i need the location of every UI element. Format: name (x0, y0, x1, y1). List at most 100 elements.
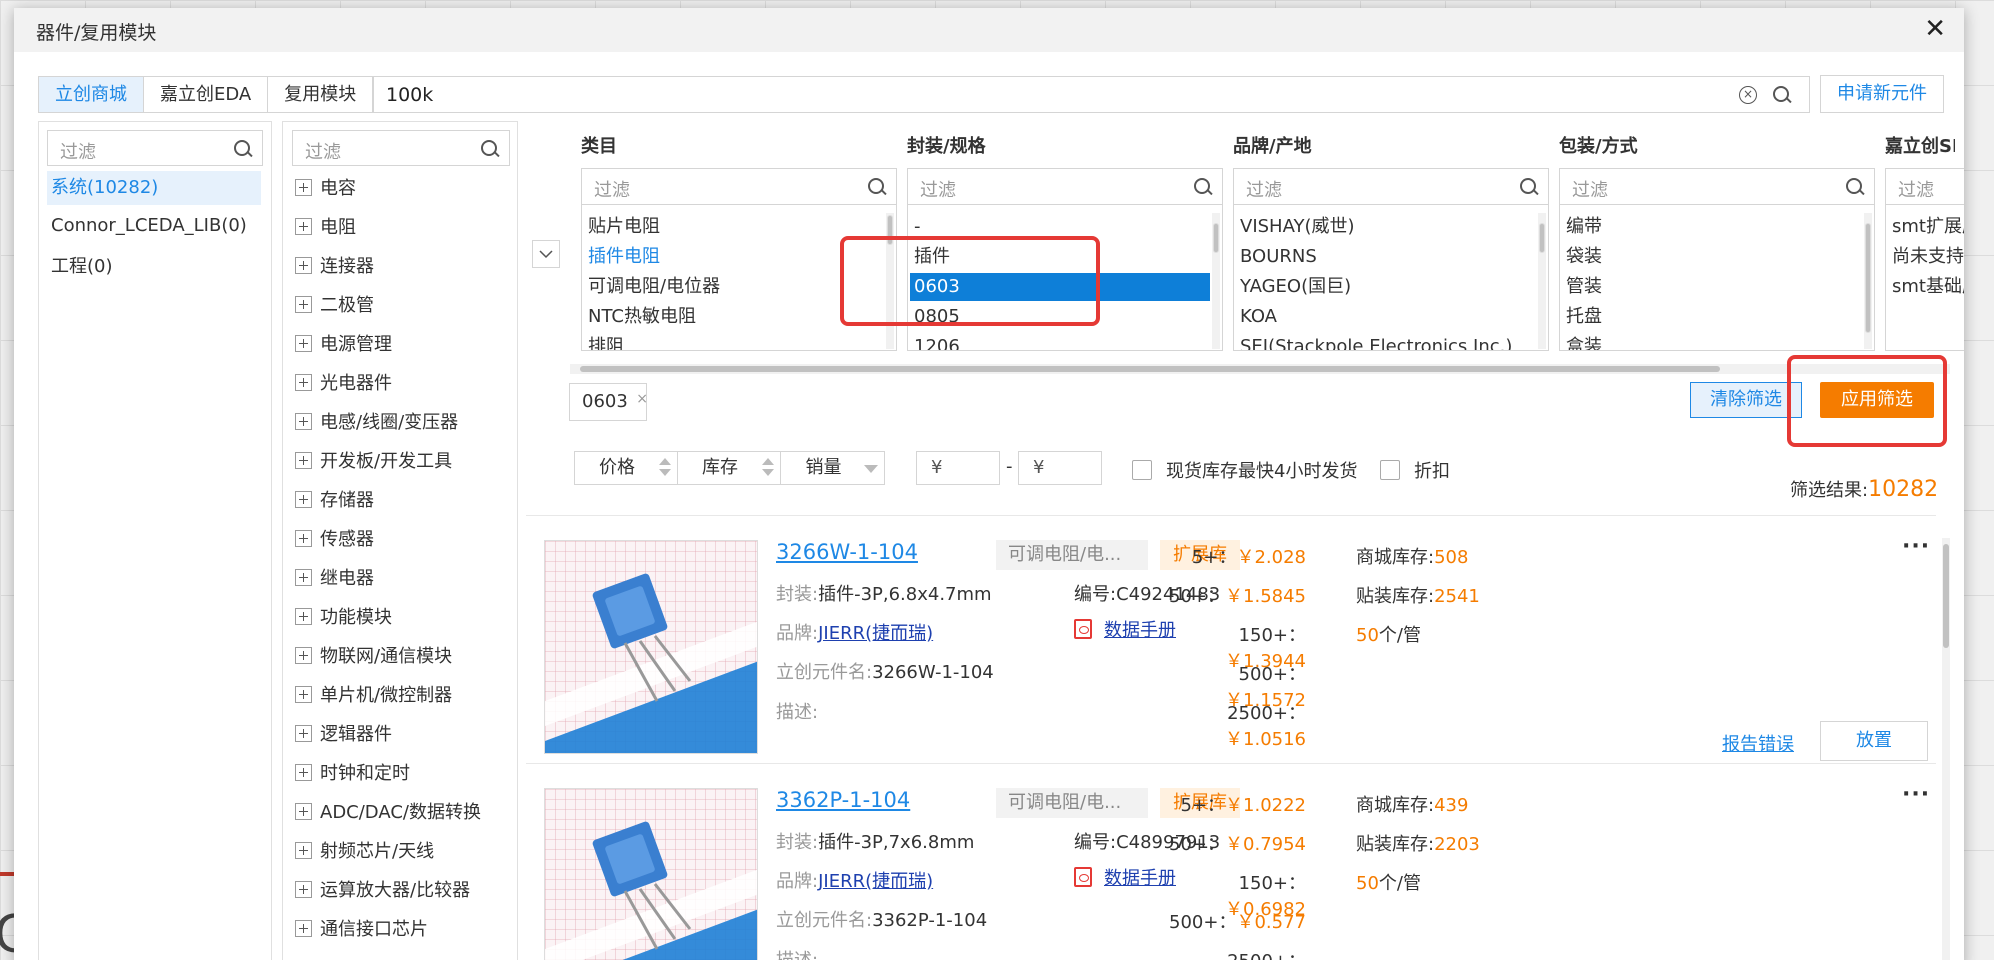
expand-plus-icon[interactable] (295, 725, 312, 742)
category-item[interactable]: 功能模块 (295, 603, 392, 633)
column-filter-input[interactable]: 过滤 (908, 169, 1222, 205)
brand-link[interactable]: JIERR(捷而瑞) (818, 871, 933, 892)
column-filter-input[interactable]: 过滤 (1234, 169, 1548, 205)
filter-column-scrollbar[interactable] (1538, 213, 1546, 349)
tab-lcsc[interactable]: 立创商城 (39, 77, 144, 112)
more-options-icon[interactable]: ··· (1902, 782, 1930, 807)
apply-new-part-button[interactable]: 申请新元件 (1820, 75, 1944, 113)
horizontal-scrollbar[interactable] (570, 364, 1950, 374)
expand-plus-icon[interactable] (295, 374, 312, 391)
column-filter-input[interactable]: 过滤 (1886, 169, 1964, 205)
close-icon[interactable]: ✕ (1924, 14, 1946, 44)
search-input[interactable]: 100k × (370, 76, 1810, 113)
filter-option[interactable]: BOURNS (1240, 243, 1317, 271)
category-item[interactable]: 电阻 (295, 213, 356, 243)
category-item[interactable]: 连接器 (295, 252, 374, 282)
product-list-scrollbar[interactable] (1942, 538, 1950, 960)
category-item[interactable]: 时钟和定时 (295, 759, 410, 789)
column-filter-input[interactable]: 过滤 (1560, 169, 1874, 205)
category-item[interactable]: 存储器 (295, 486, 374, 516)
expand-plus-icon[interactable] (295, 764, 312, 781)
library-item-system[interactable]: 系统(10282) (47, 171, 261, 205)
discount-checkbox[interactable] (1380, 460, 1400, 480)
filter-option[interactable]: 尚未支持 (1892, 243, 1964, 271)
place-button[interactable]: 放置 (1820, 721, 1928, 761)
filter-option[interactable]: 贴片电阻 (588, 213, 660, 241)
expand-plus-icon[interactable] (295, 569, 312, 586)
search-icon[interactable] (1773, 86, 1791, 104)
product-list-scrollbar-thumb[interactable] (1943, 544, 1949, 648)
filter-option[interactable]: VISHAY(威世) (1240, 213, 1355, 241)
product-name-link[interactable]: 3362P-1-104 (776, 788, 910, 812)
expand-plus-icon[interactable] (295, 686, 312, 703)
filter-option[interactable]: 托盘 (1566, 303, 1602, 331)
more-options-icon[interactable]: ··· (1902, 534, 1930, 559)
clear-search-icon[interactable]: × (1739, 86, 1757, 104)
library-item-connor[interactable]: Connor_LCEDA_LIB(0) (47, 209, 261, 243)
category-item[interactable]: 物联网/通信模块 (295, 642, 452, 672)
filter-option[interactable]: smt扩展库 (1892, 213, 1964, 241)
category-item[interactable]: 射频芯片/天线 (295, 837, 434, 867)
expand-plus-icon[interactable] (295, 881, 312, 898)
category-item[interactable]: 单片机/微控制器 (295, 681, 452, 711)
filter-column-scrollbar-thumb[interactable] (1865, 223, 1871, 333)
category-item[interactable]: 电感/线圈/变压器 (295, 408, 458, 438)
filter-column-scrollbar-thumb[interactable] (1213, 223, 1219, 253)
filter-column-scrollbar-thumb[interactable] (1539, 223, 1545, 253)
clear-filter-button[interactable]: 清除筛选 (1690, 382, 1802, 418)
filter-option[interactable]: 排阻 (588, 333, 624, 350)
filter-option[interactable]: YAGEO(国巨) (1240, 273, 1351, 301)
expand-plus-icon[interactable] (295, 413, 312, 430)
category-item[interactable]: 传感器 (295, 525, 374, 555)
category-item[interactable]: 运算放大器/比较器 (295, 876, 470, 906)
tab-jlc-eda[interactable]: 嘉立创EDA (144, 77, 269, 112)
category-filter-input[interactable]: 过滤 (292, 130, 510, 166)
product-name-link[interactable]: 3266W-1-104 (776, 540, 918, 564)
column-filter-input[interactable]: 过滤 (582, 169, 896, 205)
category-item[interactable]: 电容 (295, 174, 356, 204)
expand-plus-icon[interactable] (295, 179, 312, 196)
filter-option[interactable]: 插件电阻 (588, 243, 660, 271)
filter-option[interactable]: 袋装 (1566, 243, 1602, 271)
category-item[interactable]: 通信接口芯片 (295, 915, 428, 945)
filter-option[interactable]: smt基础库 (1892, 273, 1964, 301)
horizontal-scrollbar-thumb[interactable] (580, 366, 1720, 372)
category-item[interactable]: 光电器件 (295, 369, 392, 399)
category-item[interactable]: 继电器 (295, 564, 374, 594)
filter-option[interactable]: 1206 (914, 333, 960, 350)
chevron-down-icon[interactable] (532, 240, 560, 268)
expand-plus-icon[interactable] (295, 920, 312, 937)
expand-plus-icon[interactable] (295, 257, 312, 274)
brand-link[interactable]: JIERR(捷而瑞) (818, 623, 933, 644)
fast-ship-checkbox[interactable] (1132, 460, 1152, 480)
filter-option[interactable]: 盒装 (1566, 333, 1602, 350)
filter-column-scrollbar[interactable] (1864, 213, 1872, 349)
filter-column-scrollbar[interactable] (1212, 213, 1220, 349)
expand-plus-icon[interactable] (295, 842, 312, 859)
filter-option[interactable]: KOA (1240, 303, 1277, 331)
report-error-link[interactable]: 报告错误 (1722, 730, 1794, 756)
library-filter-input[interactable]: 过滤 (47, 130, 263, 166)
tab-reuse-module[interactable]: 复用模块 (268, 77, 374, 112)
expand-plus-icon[interactable] (295, 647, 312, 664)
expand-plus-icon[interactable] (295, 803, 312, 820)
selected-filter-chip[interactable]: 0603 × (569, 381, 648, 421)
filter-option[interactable]: SEI(Stackpole Electronics Inc.) (1240, 333, 1512, 350)
sort-price[interactable]: 价格 (575, 452, 678, 484)
filter-option[interactable]: 编带 (1566, 213, 1602, 241)
category-item[interactable]: 二极管 (295, 291, 374, 321)
expand-plus-icon[interactable] (295, 530, 312, 547)
category-item[interactable]: 电源管理 (295, 330, 392, 360)
sort-sales[interactable]: 销量 (781, 452, 884, 484)
expand-plus-icon[interactable] (295, 218, 312, 235)
category-item[interactable]: 开发板/开发工具 (295, 447, 452, 477)
remove-chip-icon[interactable]: × (636, 381, 648, 417)
expand-plus-icon[interactable] (295, 335, 312, 352)
price-min-input[interactable]: ¥ (916, 451, 1000, 485)
expand-plus-icon[interactable] (295, 491, 312, 508)
filter-option[interactable]: NTC热敏电阻 (588, 303, 696, 331)
expand-plus-icon[interactable] (295, 608, 312, 625)
category-item[interactable]: ADC/DAC/数据转换 (295, 798, 481, 828)
filter-option[interactable]: 管装 (1566, 273, 1602, 301)
sort-stock[interactable]: 库存 (678, 452, 781, 484)
